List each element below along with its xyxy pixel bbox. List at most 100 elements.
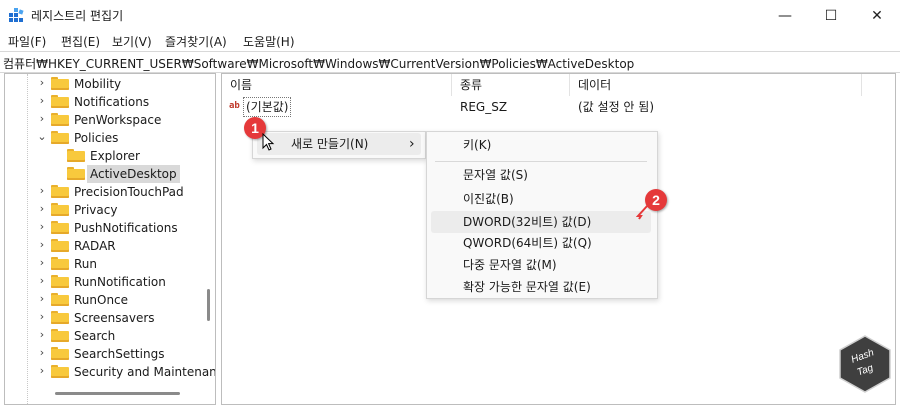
title-bar: 레지스트리 편집기 — ☐ ✕ (0, 0, 900, 31)
tree-item-label: RADAR (74, 239, 116, 253)
tree-item[interactable]: › PushNotifications (5, 219, 205, 237)
folder-icon (51, 275, 69, 288)
submenu-item-string[interactable]: 문자열 값(S) (463, 164, 528, 186)
folder-icon (67, 167, 85, 180)
new-submenu: 키(K) 문자열 값(S) 이진값(B) DWORD(32비트) 값(D) QW… (426, 131, 658, 299)
tree-item-label: Notifications (74, 95, 150, 109)
submenu-item-qword[interactable]: QWORD(64비트) 값(Q) (463, 232, 592, 254)
value-type: REG_SZ (460, 100, 508, 114)
context-menu-item-new[interactable]: 새로 만들기(N) › (257, 133, 421, 155)
menu-file[interactable]: 파일(F) (8, 33, 46, 50)
tree-item-label: Mobility (74, 77, 122, 91)
tree-item[interactable]: Explorer (5, 147, 205, 165)
pointer-arrow-icon (636, 204, 649, 220)
value-name[interactable]: (기본값) (242, 97, 292, 117)
tree-item[interactable]: › PenWorkspace (5, 111, 205, 129)
folder-icon (51, 221, 69, 234)
tree-item-label: RunNotification (74, 275, 166, 289)
chevron-right-icon[interactable]: › (37, 311, 47, 323)
tree-item-label: Explorer (90, 149, 140, 163)
hashtag-watermark: Hash Tag (838, 335, 892, 393)
chevron-right-icon[interactable]: › (37, 329, 47, 341)
tree-item[interactable]: › RunOnce (5, 291, 205, 309)
maximize-button[interactable]: ☐ (808, 0, 854, 31)
column-header-data[interactable]: 데이터 (570, 74, 862, 96)
tree-item[interactable]: › Mobility (5, 75, 205, 93)
chevron-right-icon[interactable]: › (37, 239, 47, 251)
chevron-right-icon[interactable]: › (37, 347, 47, 359)
tree-item-label: Security and Maintenan (74, 365, 216, 379)
cursor-arrow-icon (262, 133, 275, 151)
tree-item[interactable]: › RADAR (5, 237, 205, 255)
chevron-right-icon[interactable]: › (37, 221, 47, 233)
tree-item[interactable]: ⌄ Policies (5, 129, 205, 147)
folder-icon (51, 77, 69, 90)
tree-item[interactable]: › Notifications (5, 93, 205, 111)
tree-item-label: SearchSettings (74, 347, 165, 361)
close-button[interactable]: ✕ (854, 0, 900, 31)
folder-icon (67, 149, 85, 162)
folder-icon (51, 113, 69, 126)
chevron-down-icon[interactable]: ⌄ (37, 131, 47, 143)
chevron-right-icon[interactable]: › (37, 275, 47, 287)
tree-item-label: Run (74, 257, 98, 271)
folder-icon (51, 131, 69, 144)
submenu-item-key[interactable]: 키(K) (463, 134, 491, 156)
tree-item-label: PrecisionTouchPad (74, 185, 184, 199)
tree-item-label: Search (74, 329, 116, 343)
tree-item[interactable]: › Search (5, 327, 205, 345)
chevron-right-icon[interactable]: › (37, 365, 47, 377)
tree-item[interactable]: › Privacy (5, 201, 205, 219)
chevron-right-icon[interactable]: › (37, 293, 47, 305)
submenu-item-binary[interactable]: 이진값(B) (463, 188, 514, 210)
chevron-right-icon[interactable]: › (37, 257, 47, 269)
tree-item-label: PushNotifications (74, 221, 178, 235)
chevron-right-icon[interactable]: › (37, 77, 47, 89)
menu-help[interactable]: 도움말(H) (243, 33, 295, 50)
menu-view[interactable]: 보기(V) (112, 33, 152, 50)
tree-item[interactable]: ActiveDesktop (5, 165, 205, 183)
chevron-right-icon[interactable]: › (37, 95, 47, 107)
folder-icon (51, 311, 69, 324)
folder-icon (51, 257, 69, 270)
address-bar[interactable]: 컴퓨터₩HKEY_CURRENT_USER₩Software₩Microsoft… (0, 51, 900, 73)
tree-item-label: Policies (74, 131, 119, 145)
menu-favorites[interactable]: 즐겨찾기(A) (165, 33, 227, 50)
folder-icon (51, 329, 69, 342)
tree-item[interactable]: › PrecisionTouchPad (5, 183, 205, 201)
tree-horizontal-scrollbar[interactable] (55, 392, 180, 395)
folder-icon (51, 185, 69, 198)
registry-editor-icon (9, 8, 24, 22)
tree-item[interactable]: › Security and Maintenan (5, 363, 215, 381)
folder-icon (51, 95, 69, 108)
menu-edit[interactable]: 편집(E) (61, 33, 100, 50)
folder-icon (51, 293, 69, 306)
column-header-type[interactable]: 종류 (452, 74, 570, 96)
tree-pane[interactable]: › Mobility › Notifications › PenWorkspace ⌄ Pol… (4, 73, 216, 405)
tree-item[interactable]: › SearchSettings (5, 345, 205, 363)
value-data: (값 설정 안 됨) (578, 100, 655, 114)
chevron-right-icon[interactable]: › (37, 185, 47, 197)
minimize-button[interactable]: — (762, 0, 808, 31)
tree-item[interactable]: › RunNotification (5, 273, 205, 291)
tree-item-label: ActiveDesktop (87, 165, 180, 183)
submenu-separator (435, 161, 647, 162)
tree-vertical-scrollbar[interactable] (207, 289, 210, 321)
folder-icon (51, 365, 69, 378)
submenu-item-dword[interactable]: DWORD(32비트) 값(D) (463, 211, 591, 233)
column-header-name[interactable]: 이름 (222, 74, 452, 96)
folder-icon (51, 203, 69, 216)
folder-icon (51, 239, 69, 252)
submenu-item-expandable-string[interactable]: 확장 가능한 문자열 값(E) (463, 276, 591, 298)
tree-item-label: RunOnce (74, 293, 129, 307)
chevron-right-icon[interactable]: › (37, 113, 47, 125)
tree-item[interactable]: › Run (5, 255, 205, 273)
chevron-right-icon[interactable]: › (37, 203, 47, 215)
tree-item-label: Screensavers (74, 311, 155, 325)
string-value-icon: ab (229, 101, 240, 111)
context-menu: 새로 만들기(N) › (252, 131, 426, 159)
address-path[interactable]: 컴퓨터₩HKEY_CURRENT_USER₩Software₩Microsoft… (3, 55, 634, 72)
submenu-item-multistring[interactable]: 다중 문자열 값(M) (463, 254, 557, 276)
tree-item[interactable]: › Screensavers (5, 309, 205, 327)
menu-bar: 파일(F) 편집(E) 보기(V) 즐겨찾기(A) 도움말(H) (0, 31, 900, 51)
